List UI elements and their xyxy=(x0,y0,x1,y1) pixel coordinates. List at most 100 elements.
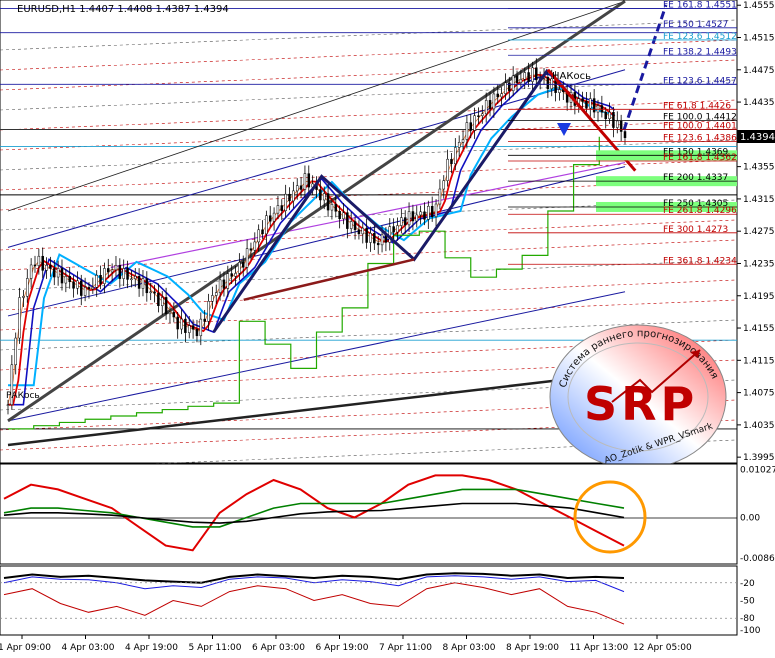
candle-body xyxy=(342,212,345,220)
price-tick-label: 1.4195 xyxy=(743,292,775,302)
candle-body xyxy=(230,273,233,277)
candle-body xyxy=(442,180,446,190)
fib-level-label: FE 261.8 1.4296 xyxy=(663,206,737,216)
candle-body xyxy=(585,101,588,109)
candle-body xyxy=(558,89,561,93)
candle-body xyxy=(14,337,17,366)
time-tick-label: 12 Apr 05:00 xyxy=(633,643,692,653)
srp-logo: Система раннего прогнозирования SRP AO_Z… xyxy=(549,324,727,470)
fib-level-label: FE 123.6 1.4457 xyxy=(663,76,737,86)
candle-body xyxy=(592,98,596,113)
wpr-pane xyxy=(0,565,738,636)
candle-body xyxy=(346,212,349,229)
candle-body xyxy=(60,268,64,284)
candle-body xyxy=(288,193,291,202)
candle-body xyxy=(126,268,129,280)
candle-body xyxy=(222,279,226,289)
wpr-tick-label: -80 xyxy=(740,614,755,624)
logo-main-text: SRP xyxy=(584,377,698,431)
candle-body xyxy=(488,100,492,110)
candle-body xyxy=(26,278,29,297)
candle-body xyxy=(349,221,353,229)
candle-body xyxy=(299,185,303,190)
candle-body xyxy=(153,291,156,294)
candle-body xyxy=(330,204,334,211)
candle-body xyxy=(604,111,607,120)
time-tick-label: 8 Apr 03:00 xyxy=(443,643,496,653)
candle-body xyxy=(400,217,403,226)
candle-body xyxy=(91,287,95,290)
annotation-nakos: НАКось xyxy=(552,71,591,82)
candle-body xyxy=(80,280,83,296)
candle-body xyxy=(45,264,48,271)
candle-body xyxy=(249,248,253,251)
candle-body xyxy=(191,325,195,330)
wpr-tick-label: -50 xyxy=(740,597,755,607)
candle-body xyxy=(130,278,133,281)
candle-body xyxy=(473,115,476,131)
price-tick-label: 1.4475 xyxy=(743,66,775,76)
candle-body xyxy=(338,211,341,220)
candle-body xyxy=(581,98,584,102)
candle-body xyxy=(118,265,122,279)
price-tick-label: 1.4235 xyxy=(743,259,775,269)
candle-body xyxy=(29,264,33,279)
annotation-rakos: РАКось xyxy=(6,391,40,401)
price-tick-label: 1.4315 xyxy=(743,195,775,205)
candle-body xyxy=(434,203,438,217)
candle-body xyxy=(392,226,395,233)
candle-body xyxy=(531,67,534,82)
candle-body xyxy=(280,205,284,211)
candle-body xyxy=(492,93,496,110)
candle-body xyxy=(214,292,218,296)
candle-body xyxy=(95,275,98,288)
fib-level-label: FE 161.8 1.4362 xyxy=(663,153,737,163)
fib-level-label: FE 61.8 1.4426 xyxy=(663,101,731,111)
candle-body xyxy=(469,122,472,131)
candle-body xyxy=(265,215,268,235)
fib-level-label: FE 150 1.4527 xyxy=(663,20,728,30)
candle-body xyxy=(450,158,453,165)
price-axis: 1.3995 1.4035 1.4075 1.4115 1.4155 1.4195 1.42… xyxy=(737,1,775,463)
current-price-label: 1.4394 xyxy=(740,132,775,143)
candle-body xyxy=(411,211,415,222)
candle-body xyxy=(515,75,519,83)
candle-body xyxy=(272,212,276,222)
candle-body xyxy=(334,204,338,212)
candle-body xyxy=(141,278,145,289)
candle-body xyxy=(180,318,183,330)
candle-body xyxy=(619,120,623,132)
chart-title: EURUSD,H1 1.4407 1.4408 1.4387 1.4394 xyxy=(17,4,229,15)
price-tick-label: 1.4035 xyxy=(743,421,775,431)
candle-body xyxy=(195,329,199,337)
candle-body xyxy=(403,217,407,226)
price-tick-label: 1.4075 xyxy=(743,389,775,399)
candle-body xyxy=(457,142,461,148)
candle-body xyxy=(496,93,499,98)
candle-body xyxy=(134,276,137,280)
candle-body xyxy=(76,280,79,289)
fib-level-label: FE 138.2 1.4493 xyxy=(663,47,737,57)
price-tick-label: 1.4435 xyxy=(743,98,775,108)
candle-body xyxy=(608,111,611,120)
candle-body xyxy=(241,262,245,268)
price-tick-label: 1.3995 xyxy=(743,453,775,463)
candle-body xyxy=(353,221,357,231)
candle-body xyxy=(218,279,222,293)
fib-level-label: FE 123.6 1.4512 xyxy=(663,32,737,42)
candle-body xyxy=(22,295,25,298)
fib-level-label: FE 361.8 1.4234 xyxy=(663,256,737,266)
candle-body xyxy=(261,229,264,235)
candle-body xyxy=(107,268,110,273)
candle-body xyxy=(415,214,419,222)
candle-body xyxy=(37,255,41,266)
candle-body xyxy=(187,325,191,333)
candle-body xyxy=(72,281,75,289)
candle-body xyxy=(303,173,307,190)
price-tick-label: 1.4275 xyxy=(743,227,775,237)
candle-body xyxy=(145,278,149,294)
candle-body xyxy=(376,242,380,246)
candle-body xyxy=(207,300,210,322)
oscillator-tick-label: 0.00 xyxy=(740,514,760,524)
candle-body xyxy=(423,211,426,220)
